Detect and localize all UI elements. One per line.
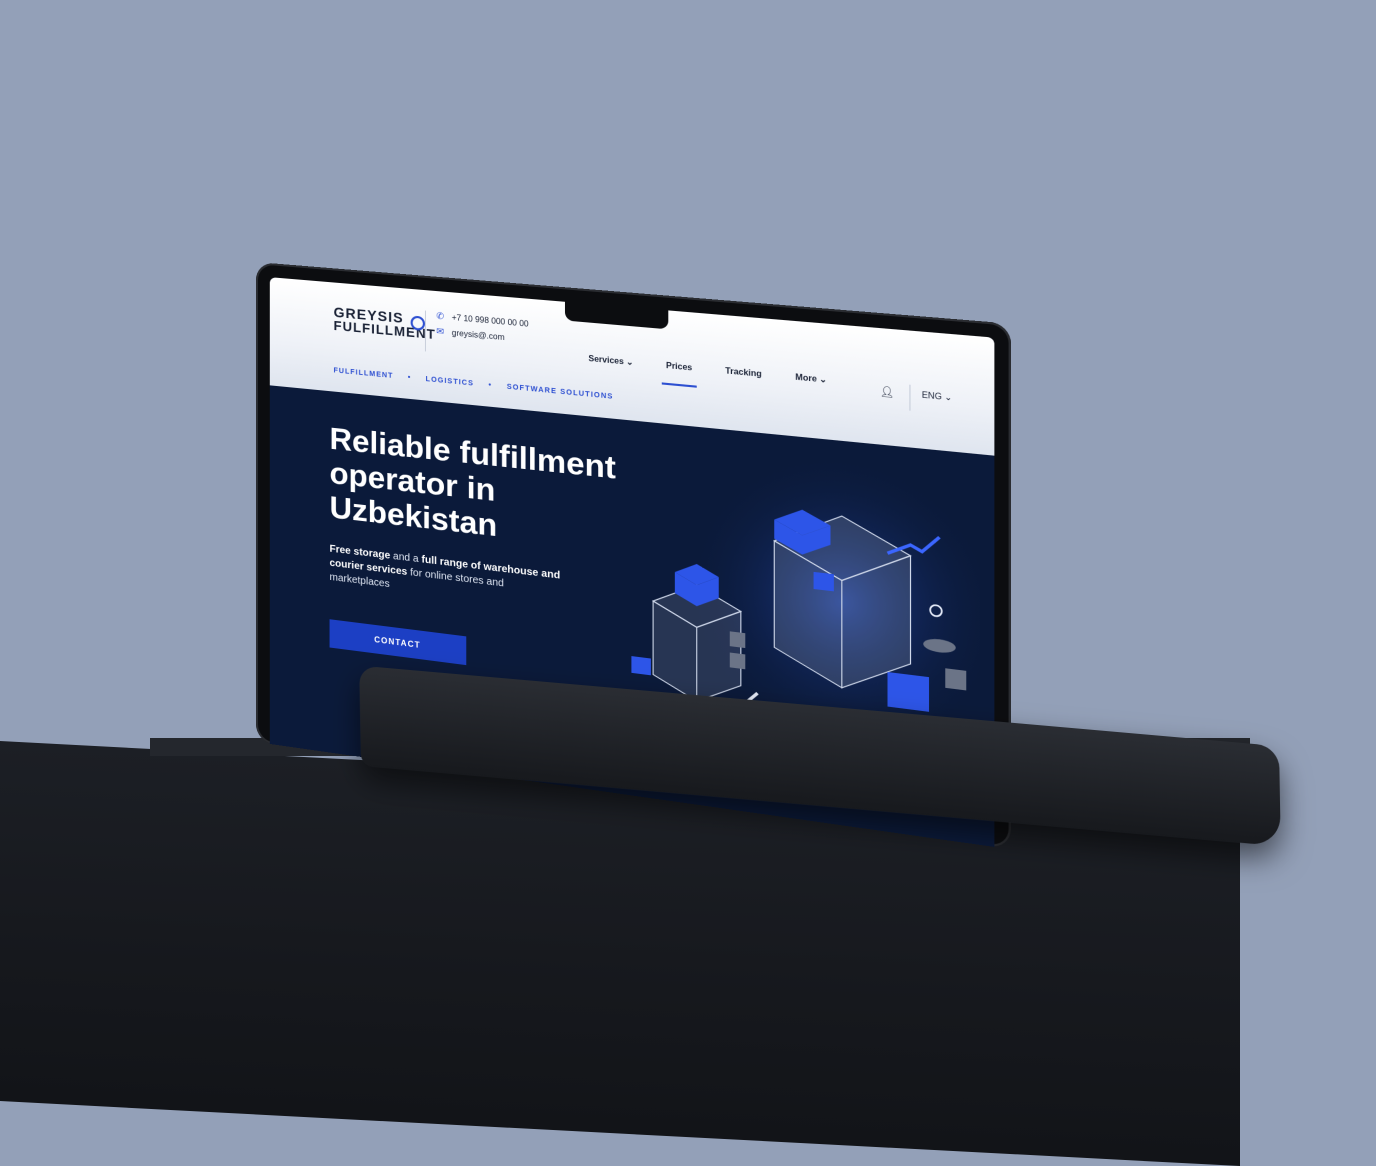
logo-mark-icon bbox=[410, 315, 425, 331]
main-nav: Services ⌄ Prices Tracking More ⌄ bbox=[588, 354, 827, 385]
phone-row[interactable]: ✆ +7 10 998 000 00 00 bbox=[436, 310, 529, 329]
nav-prices-label: Prices bbox=[665, 360, 693, 373]
phone-icon: ✆ bbox=[436, 310, 445, 322]
hero-subtitle: Free storage and a full range of warehou… bbox=[330, 543, 568, 614]
chevron-down-icon: ⌄ bbox=[819, 374, 827, 385]
chevron-down-icon: ⌄ bbox=[944, 392, 953, 403]
nav-services[interactable]: Services ⌄ bbox=[588, 354, 633, 367]
nav-services-label: Services bbox=[588, 353, 624, 367]
user-icon[interactable]: 👤︎ bbox=[880, 386, 895, 399]
nav-more[interactable]: More ⌄ bbox=[795, 372, 827, 384]
subnav-fulfillment[interactable]: FULFILLMENT bbox=[334, 367, 394, 380]
subnav-logistics[interactable]: LOGISTICS bbox=[426, 376, 474, 388]
subnav-separator: • bbox=[407, 374, 412, 382]
chevron-down-icon: ⌄ bbox=[626, 357, 634, 368]
mail-icon: ✉ bbox=[436, 325, 445, 337]
contact-button[interactable]: CONTACT bbox=[329, 619, 467, 666]
email-address: greysis@.com bbox=[451, 328, 505, 343]
subnav-separator: • bbox=[488, 381, 493, 390]
nav-tracking-label: Tracking bbox=[725, 366, 762, 379]
nav-prices[interactable]: Prices bbox=[666, 361, 692, 373]
phone-number: +7 10 998 000 00 00 bbox=[451, 312, 529, 329]
email-row[interactable]: ✉ greysis@.com bbox=[436, 325, 528, 344]
nav-tracking[interactable]: Tracking bbox=[725, 366, 762, 379]
contact-block: ✆ +7 10 998 000 00 00 ✉ greysis@.com bbox=[424, 310, 529, 361]
logo[interactable]: GREYSIS FULFILLMENT bbox=[334, 304, 436, 342]
hero-subtitle-mid: and a bbox=[390, 550, 422, 566]
language-selector[interactable]: ENG ⌄ bbox=[909, 384, 953, 415]
language-label: ENG bbox=[921, 390, 942, 402]
subnav-software-solutions[interactable]: SOFTWARE SOLUTIONS bbox=[507, 384, 614, 401]
nav-more-label: More bbox=[795, 372, 817, 384]
